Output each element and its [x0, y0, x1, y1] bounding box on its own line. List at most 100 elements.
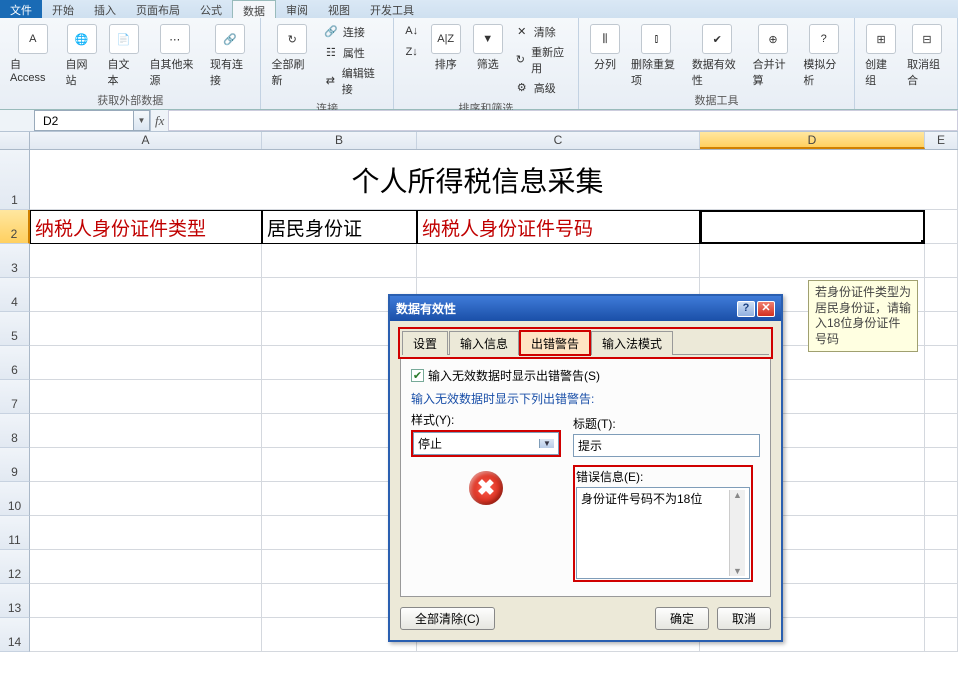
ribbon-tab-file[interactable]: 文件 [0, 0, 42, 18]
error-msg-textarea[interactable]: 身份证件号码不为18位 ▲▼ [576, 487, 750, 579]
col-header-e[interactable]: E [925, 132, 958, 149]
sort-desc-button[interactable]: Z↓ [400, 43, 424, 63]
ribbon-tab-strip: 文件 开始 插入 页面布局 公式 数据 审阅 视图 开发工具 [0, 0, 958, 18]
cell-e1[interactable] [925, 150, 958, 210]
formula-input[interactable] [168, 110, 958, 131]
remove-dup-button[interactable]: ⫾删除重复项 [627, 22, 686, 90]
group-button[interactable]: ⊞创建组 [861, 22, 901, 90]
dialog-titlebar[interactable]: 数据有效性 ? ✕ [390, 296, 781, 321]
ribbon-tab-view[interactable]: 视图 [318, 0, 360, 18]
section-label: 输入无效数据时显示下列出错警告: [411, 390, 760, 407]
from-web-button[interactable]: 🌐自网站 [62, 22, 102, 90]
ribbon-group-connections: ↻全部刷新 🔗连接 ☷属性 ⇄编辑链接 连接 [261, 18, 393, 109]
row-header-14[interactable]: 14 [0, 618, 30, 652]
row-header-13[interactable]: 13 [0, 584, 30, 618]
ribbon-tab-review[interactable]: 审阅 [276, 0, 318, 18]
cell-e2[interactable] [925, 210, 958, 244]
ok-button[interactable]: 确定 [655, 607, 709, 630]
ribbon-tab-insert[interactable]: 插入 [84, 0, 126, 18]
ribbon-group-sort-filter: A↓ Z↓ A|Z排序 ▼筛选 ✕清除 ↻重新应用 ⚙高级 排序和筛选 [394, 18, 579, 109]
connections-button[interactable]: 🔗连接 [319, 22, 387, 42]
cell-c2[interactable]: 纳税人身份证件号码 [417, 210, 700, 244]
cell-title[interactable]: 个人所得税信息采集 [30, 150, 925, 210]
clear-all-button[interactable]: 全部清除(C) [400, 607, 495, 630]
row-header-8[interactable]: 8 [0, 414, 30, 448]
cell-a2[interactable]: 纳税人身份证件类型 [30, 210, 262, 244]
properties-button[interactable]: ☷属性 [319, 43, 387, 63]
col-header-a[interactable]: A [30, 132, 262, 149]
ungroup-button[interactable]: ⊟取消组合 [903, 22, 951, 90]
col-header-c[interactable]: C [417, 132, 700, 149]
dialog-close-button[interactable]: ✕ [757, 301, 775, 317]
input-message-tooltip: 若身份证件类型为居民身份证，请输入18位身份证件号码 [808, 280, 918, 352]
group-label-external: 获取外部数据 [6, 90, 254, 108]
sort-button[interactable]: A|Z排序 [426, 22, 466, 74]
row-header-9[interactable]: 9 [0, 448, 30, 482]
style-combobox[interactable]: 停止 ▼ [413, 432, 559, 455]
style-label: 样式(Y): [411, 411, 561, 428]
ribbon-tab-formulas[interactable]: 公式 [190, 0, 232, 18]
existing-conn-button[interactable]: 🔗现有连接 [206, 22, 254, 90]
dialog-tab-error-alert[interactable]: 出错警告 [520, 331, 590, 355]
dialog-tab-settings[interactable]: 设置 [402, 331, 448, 355]
row-header-5[interactable]: 5 [0, 312, 30, 346]
group-label-outline [861, 93, 951, 107]
row-header-10[interactable]: 10 [0, 482, 30, 516]
ribbon-group-external-data: A自 Access 🌐自网站 📄自文本 ⋯自其他来源 🔗现有连接 获取外部数据 [0, 18, 261, 109]
row-header-6[interactable]: 6 [0, 346, 30, 380]
reapply-button[interactable]: ↻重新应用 [510, 43, 572, 77]
title-label: 标题(T): [573, 415, 760, 432]
col-header-b[interactable]: B [262, 132, 417, 149]
ribbon-group-data-tools: ⫼分列 ⫾删除重复项 ✔数据有效性 ⊕合并计算 ?模拟分析 数据工具 [579, 18, 855, 109]
ribbon-tab-data[interactable]: 数据 [232, 0, 276, 18]
ribbon-tab-layout[interactable]: 页面布局 [126, 0, 190, 18]
stop-error-icon: ✖ [469, 471, 503, 505]
title-textbox[interactable]: 提示 [573, 434, 760, 457]
group-label-tools: 数据工具 [585, 90, 848, 108]
row-header-11[interactable]: 11 [0, 516, 30, 550]
row-header-4[interactable]: 4 [0, 278, 30, 312]
chevron-down-icon: ▼ [539, 439, 554, 448]
show-error-label: 输入无效数据时显示出错警告(S) [428, 367, 600, 384]
from-other-button[interactable]: ⋯自其他来源 [146, 22, 205, 90]
spreadsheet-grid: A B C D E 1 个人所得税信息采集 2 纳税人身份证件类型 居民身份证 … [0, 132, 958, 652]
row-header-1[interactable]: 1 [0, 150, 30, 210]
dialog-help-button[interactable]: ? [737, 301, 755, 317]
col-header-d[interactable]: D [700, 132, 925, 149]
name-box-dropdown[interactable]: ▼ [134, 110, 150, 131]
textarea-scrollbar[interactable]: ▲▼ [729, 490, 745, 576]
refresh-all-button[interactable]: ↻全部刷新 [267, 22, 316, 90]
cell-d2-active[interactable] [700, 210, 925, 244]
error-msg-label: 错误信息(E): [576, 468, 750, 485]
ribbon: A自 Access 🌐自网站 📄自文本 ⋯自其他来源 🔗现有连接 获取外部数据 … [0, 18, 958, 110]
data-validation-dialog: 数据有效性 ? ✕ 设置 输入信息 出错警告 输入法模式 ✔ 输入无效数据时显示… [388, 294, 783, 642]
row-header-7[interactable]: 7 [0, 380, 30, 414]
from-access-button[interactable]: A自 Access [6, 22, 60, 86]
whatif-button[interactable]: ?模拟分析 [799, 22, 848, 90]
cancel-button[interactable]: 取消 [717, 607, 771, 630]
row-header-2[interactable]: 2 [0, 210, 30, 244]
ribbon-tab-dev[interactable]: 开发工具 [360, 0, 424, 18]
fx-icon[interactable]: fx [155, 113, 164, 129]
dialog-tab-input-msg[interactable]: 输入信息 [449, 331, 519, 355]
show-error-checkbox[interactable]: ✔ [411, 369, 424, 382]
dialog-tabs: 设置 输入信息 出错警告 输入法模式 [402, 331, 769, 355]
row-header-3[interactable]: 3 [0, 244, 30, 278]
filter-button[interactable]: ▼筛选 [468, 22, 508, 74]
select-all-corner[interactable] [0, 132, 30, 149]
dialog-title-text: 数据有效性 [396, 300, 456, 317]
clear-filter-button[interactable]: ✕清除 [510, 22, 572, 42]
name-box[interactable]: D2 [34, 110, 134, 131]
sort-asc-button[interactable]: A↓ [400, 22, 424, 42]
advanced-filter-button[interactable]: ⚙高级 [510, 78, 572, 98]
formula-bar-row: D2 ▼ fx [0, 110, 958, 132]
dialog-tab-ime[interactable]: 输入法模式 [591, 331, 673, 355]
row-header-12[interactable]: 12 [0, 550, 30, 584]
text-to-columns-button[interactable]: ⫼分列 [585, 22, 625, 74]
data-validation-button[interactable]: ✔数据有效性 [688, 22, 747, 90]
consolidate-button[interactable]: ⊕合并计算 [749, 22, 798, 90]
ribbon-tab-home[interactable]: 开始 [42, 0, 84, 18]
from-text-button[interactable]: 📄自文本 [104, 22, 144, 90]
cell-b2[interactable]: 居民身份证 [262, 210, 417, 244]
edit-links-button[interactable]: ⇄编辑链接 [319, 64, 387, 98]
